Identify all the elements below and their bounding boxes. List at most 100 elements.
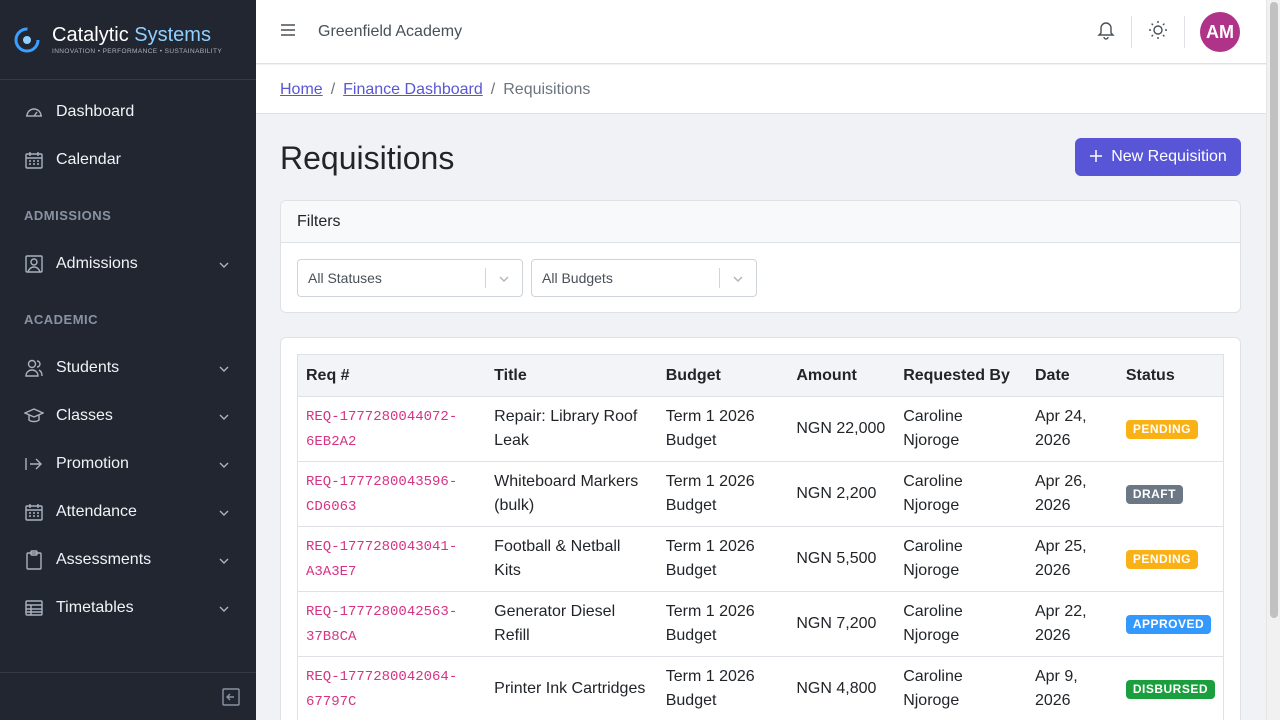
chevron-down-icon: [218, 410, 230, 428]
requisition-number-link[interactable]: REQ-1777280043041- A3A3E7: [306, 539, 457, 580]
requisition-date: Apr 22, 2026: [1026, 591, 1118, 657]
requisition-requested-by: Caroline Njoroge: [895, 526, 1027, 592]
header-divider: [1184, 16, 1185, 48]
column-header-budget[interactable]: Budget: [657, 354, 789, 397]
chevron-down-icon: [218, 602, 230, 620]
breadcrumb-separator: /: [490, 81, 496, 98]
table-row[interactable]: REQ-1777280042563- 37B8CA Generator Diese…: [297, 591, 1224, 657]
breadcrumb-current: Requisitions: [503, 81, 591, 98]
requisition-requested-by: Caroline Njoroge: [895, 396, 1027, 462]
requisition-title: Whiteboard Markers (bulk): [486, 461, 658, 527]
column-header-date[interactable]: Date: [1026, 354, 1118, 397]
requisition-number-link[interactable]: REQ-1777280042563- 37B8CA: [306, 604, 457, 645]
calendar-icon: [24, 502, 44, 522]
calendar-icon: [24, 150, 44, 170]
requisition-number-link[interactable]: REQ-1777280042064- 67797C: [306, 669, 457, 710]
requisition-budget: Term 1 2026 Budget: [657, 461, 789, 527]
requisition-requested-by: Caroline Njoroge: [895, 461, 1027, 527]
plus-icon: [1089, 149, 1103, 165]
bell-icon[interactable]: [1096, 20, 1116, 40]
sidebar-item-assessments[interactable]: Assessments: [0, 536, 256, 584]
column-header-title[interactable]: Title: [486, 354, 658, 397]
requisition-date: Apr 25, 2026: [1026, 526, 1118, 592]
user-frame-icon: [24, 254, 44, 274]
column-header-req[interactable]: Req #: [297, 354, 487, 397]
sidebar-item-admissions[interactable]: Admissions: [0, 240, 256, 288]
chevron-down-icon: [218, 258, 230, 276]
requisition-date: Apr 24, 2026: [1026, 396, 1118, 462]
sidebar-item-label: Dashboard: [56, 103, 135, 120]
requisition-number-link[interactable]: REQ-1777280044072- 6EB2A2: [306, 409, 457, 450]
sidebar-item-classes[interactable]: Classes: [0, 392, 256, 440]
people-icon: [24, 358, 44, 378]
budget-filter-select[interactable]: All Budgets: [531, 259, 757, 297]
requisition-title: Printer Ink Cartridges: [486, 656, 658, 720]
requisition-date: Apr 26, 2026: [1026, 461, 1118, 527]
sidebar-item-calendar[interactable]: Calendar: [0, 136, 256, 184]
brand[interactable]: Catalytic Systems INNOVATION • PERFORMAN…: [0, 0, 256, 80]
page-scrollbar[interactable]: [1266, 0, 1280, 720]
requisition-requested-by: Caroline Njoroge: [895, 591, 1027, 657]
sidebar-collapse-icon[interactable]: [222, 688, 240, 706]
requisitions-table-card: Req # Title Budget Amount Requested By D…: [280, 337, 1241, 720]
requisition-number-link[interactable]: REQ-1777280043596- CD6063: [306, 474, 457, 515]
new-requisition-label: New Requisition: [1111, 148, 1227, 165]
filters-card: Filters All Statuses All Budgets: [280, 200, 1241, 313]
requisition-budget: Term 1 2026 Budget: [657, 396, 789, 462]
sidebar-item-attendance[interactable]: Attendance: [0, 488, 256, 536]
page-title: Requisitions: [280, 140, 455, 176]
status-badge: PENDING: [1125, 550, 1198, 569]
top-header: Greenfield Academy AM: [256, 0, 1266, 64]
column-header-status[interactable]: Status: [1117, 354, 1224, 397]
sidebar-item-label: Students: [56, 359, 120, 376]
sidebar-item-label: Timetables: [56, 599, 134, 616]
requisition-budget: Term 1 2026 Budget: [657, 656, 789, 720]
breadcrumb-home-link[interactable]: Home: [280, 81, 323, 98]
status-badge: DRAFT: [1125, 485, 1183, 504]
brand-tagline: INNOVATION • PERFORMANCE • SUSTAINABILIT…: [52, 48, 223, 55]
column-header-requested-by[interactable]: Requested By: [895, 354, 1027, 397]
sidebar-item-label: Promotion: [56, 455, 129, 472]
sidebar-item-promotion[interactable]: Promotion: [0, 440, 256, 488]
column-header-amount[interactable]: Amount: [788, 354, 896, 397]
avatar[interactable]: AM: [1200, 12, 1240, 52]
sidebar: Catalytic Systems INNOVATION • PERFORMAN…: [0, 0, 256, 720]
speedometer-icon: [24, 102, 44, 122]
sidebar-item-students[interactable]: Students: [0, 344, 256, 392]
status-filter-select[interactable]: All Statuses: [297, 259, 523, 297]
sidebar-item-label: Attendance: [56, 503, 137, 520]
sidebar-item-dashboard[interactable]: Dashboard: [0, 88, 256, 136]
requisition-amount: NGN 22,000: [788, 396, 896, 462]
sidebar-item-label: Admissions: [56, 255, 138, 272]
chevron-down-icon: [218, 362, 230, 380]
status-filter-value: All Statuses: [308, 270, 382, 286]
requisition-title: Generator Diesel Refill: [486, 591, 658, 657]
hamburger-menu-icon[interactable]: [280, 22, 296, 38]
brand-logo-icon: [12, 25, 42, 55]
table-row[interactable]: REQ-1777280043596- CD6063 Whiteboard Mark…: [297, 461, 1224, 527]
requisition-requested-by: Caroline Njoroge: [895, 656, 1027, 720]
table-header-row: Req # Title Budget Amount Requested By D…: [297, 354, 1224, 397]
requisition-amount: NGN 7,200: [788, 591, 896, 657]
sidebar-item-timetables[interactable]: Timetables: [0, 584, 256, 632]
sidebar-item-label: Calendar: [56, 151, 121, 168]
sun-icon[interactable]: [1148, 20, 1168, 40]
filters-title: Filters: [281, 201, 1240, 243]
requisition-budget: Term 1 2026 Budget: [657, 526, 789, 592]
budget-filter-value: All Budgets: [542, 270, 613, 286]
sidebar-item-label: Assessments: [56, 551, 152, 568]
requisition-amount: NGN 4,800: [788, 656, 896, 720]
new-requisition-button[interactable]: New Requisition: [1075, 138, 1241, 176]
requisition-budget: Term 1 2026 Budget: [657, 591, 789, 657]
table-row[interactable]: REQ-1777280043041- A3A3E7 Football & Netb…: [297, 526, 1224, 592]
scrollbar-thumb[interactable]: [1270, 2, 1278, 618]
status-badge: APPROVED: [1125, 615, 1212, 634]
organization-name: Greenfield Academy: [318, 23, 463, 40]
breadcrumb-finance-link[interactable]: Finance Dashboard: [343, 81, 483, 98]
requisition-amount: NGN 2,200: [788, 461, 896, 527]
chevron-down-icon: [218, 458, 230, 476]
chevron-down-icon: [218, 554, 230, 572]
table-row[interactable]: REQ-1777280042064- 67797C Printer Ink Car…: [297, 656, 1224, 720]
chevron-down-icon: [218, 506, 230, 524]
table-row[interactable]: REQ-1777280044072- 6EB2A2 Repair: Library…: [297, 396, 1224, 462]
